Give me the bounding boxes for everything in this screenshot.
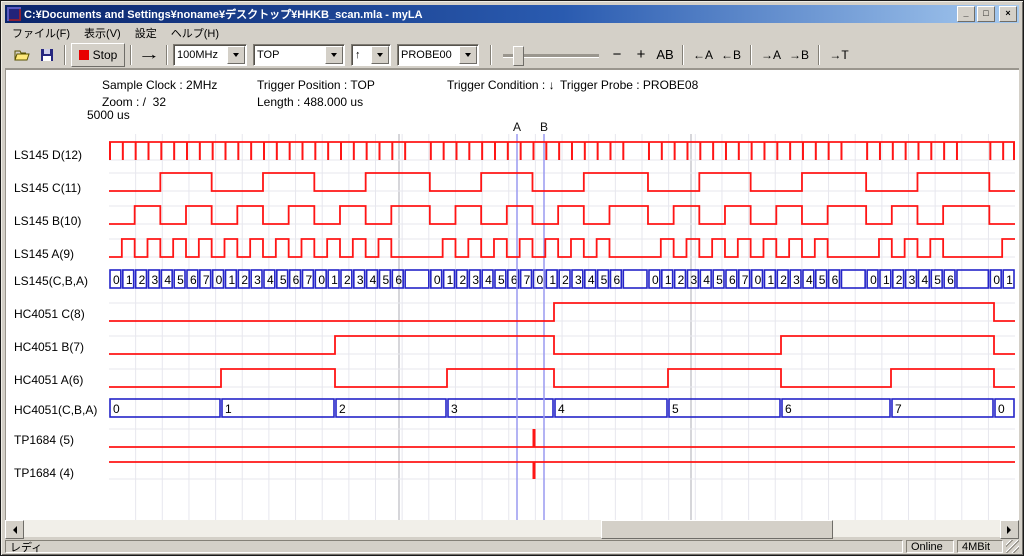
trigger-probe-combo[interactable]: PROBE00	[397, 44, 479, 66]
channel-label: HC4051 C(8)	[14, 307, 112, 321]
resize-grip[interactable]	[1006, 540, 1019, 553]
title-bar[interactable]: C:¥Documents and Settings¥noname¥デスクトップ¥…	[5, 5, 1019, 23]
open-folder-icon	[14, 48, 32, 62]
zoom-info: Zoom : / 32	[102, 95, 166, 109]
status-memory: 4MBit	[957, 540, 1003, 553]
save-floppy-icon	[40, 48, 54, 62]
trigger-edge-combo[interactable]: ↑	[351, 44, 391, 66]
length-info: Length : 488.000 us	[257, 95, 363, 109]
channel-label: TP1684 (4)	[14, 466, 112, 480]
slider-thumb[interactable]	[513, 46, 524, 66]
chevron-down-icon	[465, 53, 471, 60]
sample-clock-combo[interactable]: 100MHz	[173, 44, 247, 66]
maximize-button[interactable]: □	[977, 6, 995, 22]
zoom-slider[interactable]	[503, 44, 599, 66]
menu-item[interactable]: 表示(V)	[77, 24, 128, 42]
save-file-button[interactable]	[35, 44, 59, 66]
channel-label: LS145 C(11)	[14, 181, 112, 195]
stop-label: Stop	[93, 48, 118, 62]
menu-bar: ファイル(F)表示(V)設定ヘルプ(H)	[5, 24, 1019, 41]
app-window: C:¥Documents and Settings¥noname¥デスクトップ¥…	[0, 0, 1024, 556]
stop-button[interactable]: Stop	[71, 43, 125, 67]
trigger-position-combo[interactable]: TOP	[253, 44, 345, 66]
toolbar-separator	[818, 45, 820, 65]
app-icon	[7, 7, 21, 21]
chevron-down-icon	[331, 53, 337, 60]
waveform-client-area: Sample Clock : 2MHz Zoom : / 32 Trigger …	[5, 69, 1019, 521]
toolbar-separator	[682, 45, 684, 65]
trigger-probe-value: PROBE00	[398, 49, 458, 61]
zoom-in-button[interactable]: +	[629, 44, 653, 66]
trigger-condition-info: Trigger Condition : ↓	[447, 78, 555, 92]
time-scale-label: 5000 us	[87, 108, 130, 122]
channel-label: HC4051 B(7)	[14, 340, 112, 354]
arrow-right-icon	[1007, 526, 1015, 534]
run-button[interactable]: →	[131, 44, 167, 66]
scroll-right-button[interactable]	[1000, 520, 1019, 539]
minimize-button[interactable]: _	[957, 6, 975, 22]
arrow-left-icon	[9, 526, 17, 534]
horizontal-scrollbar[interactable]	[5, 520, 1019, 537]
toolbar: Stop → 100MHz TOP ↑ PROBE00 − + AB ←A	[5, 41, 1019, 69]
trigger-position-value: TOP	[254, 49, 324, 61]
channel-label: LS145 B(10)	[14, 214, 112, 228]
channel-label: LS145 A(9)	[14, 247, 112, 261]
menu-item[interactable]: ファイル(F)	[5, 24, 77, 42]
toolbar-separator	[64, 45, 66, 65]
trigger-edge-value: ↑	[352, 49, 370, 61]
toolbar-separator	[490, 45, 492, 65]
trigger-probe-info: Trigger Probe : PROBE08	[560, 78, 698, 92]
open-file-button[interactable]	[11, 44, 35, 66]
channel-label: LS145 D(12)	[14, 148, 112, 162]
scrollbar-thumb[interactable]	[601, 520, 833, 539]
goto-trigger-button[interactable]: →T	[825, 44, 853, 66]
menu-item[interactable]: 設定	[128, 24, 164, 42]
sample-clock-value: 100MHz	[174, 49, 226, 61]
trigger-position-info: Trigger Position : TOP	[257, 78, 375, 92]
stop-icon	[79, 50, 89, 60]
ab-span-button[interactable]: AB	[653, 44, 677, 66]
goto-cursor-b-left-button[interactable]: ←B	[717, 44, 745, 66]
goto-cursor-b-right-button[interactable]: →B	[785, 44, 813, 66]
goto-cursor-a-right-button[interactable]: →A	[757, 44, 785, 66]
status-online: Online	[906, 540, 954, 553]
goto-cursor-a-left-button[interactable]: ←A	[689, 44, 717, 66]
channel-label: HC4051 A(6)	[14, 373, 112, 387]
status-bar: レディ Online 4MBit	[5, 539, 1019, 554]
toolbar-separator	[750, 45, 752, 65]
dropdown-button[interactable]	[459, 46, 477, 64]
zoom-out-button[interactable]: −	[605, 44, 629, 66]
dropdown-button[interactable]	[227, 46, 245, 64]
close-button[interactable]: ×	[999, 6, 1017, 22]
chevron-down-icon	[377, 53, 383, 60]
chevron-down-icon	[233, 53, 239, 60]
dropdown-button[interactable]	[325, 46, 343, 64]
dropdown-button[interactable]	[371, 46, 389, 64]
channel-label: HC4051(C,B,A)	[14, 403, 112, 417]
sample-clock-info: Sample Clock : 2MHz	[102, 78, 217, 92]
channel-label: TP1684 (5)	[14, 433, 112, 447]
status-ready: レディ	[5, 540, 903, 553]
scroll-left-button[interactable]	[5, 520, 24, 539]
channel-label: LS145(C,B,A)	[14, 274, 112, 288]
menu-item[interactable]: ヘルプ(H)	[164, 24, 226, 42]
window-title: C:¥Documents and Settings¥noname¥デスクトップ¥…	[24, 6, 957, 22]
